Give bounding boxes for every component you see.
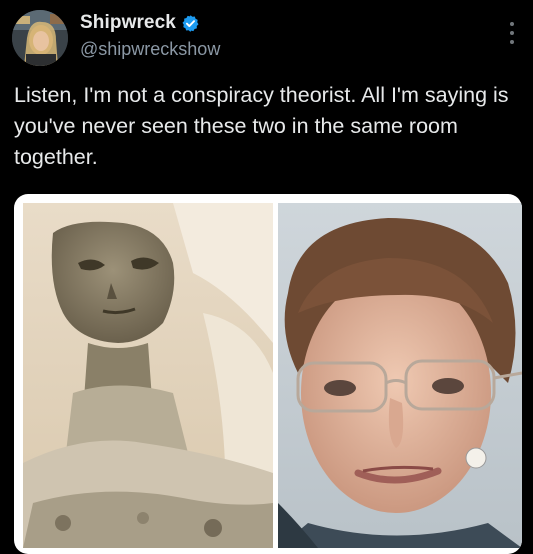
- tweet-post: Shipwreck @shipwreckshow Listen, I'm not…: [0, 0, 533, 554]
- tweet-text: Listen, I'm not a conspiracy theorist. A…: [14, 83, 515, 169]
- avatar-image: [12, 10, 68, 66]
- media-card[interactable]: [14, 194, 522, 554]
- verified-badge-icon: [181, 14, 200, 33]
- more-options-icon[interactable]: [509, 22, 515, 44]
- handle[interactable]: @shipwreckshow: [80, 39, 220, 60]
- avatar[interactable]: [12, 10, 68, 66]
- author-block: Shipwreck @shipwreckshow: [80, 11, 220, 60]
- name-row: Shipwreck: [80, 11, 220, 35]
- media-image-right[interactable]: [278, 203, 522, 548]
- display-name[interactable]: Shipwreck: [80, 12, 176, 34]
- media-image-left[interactable]: [23, 203, 273, 548]
